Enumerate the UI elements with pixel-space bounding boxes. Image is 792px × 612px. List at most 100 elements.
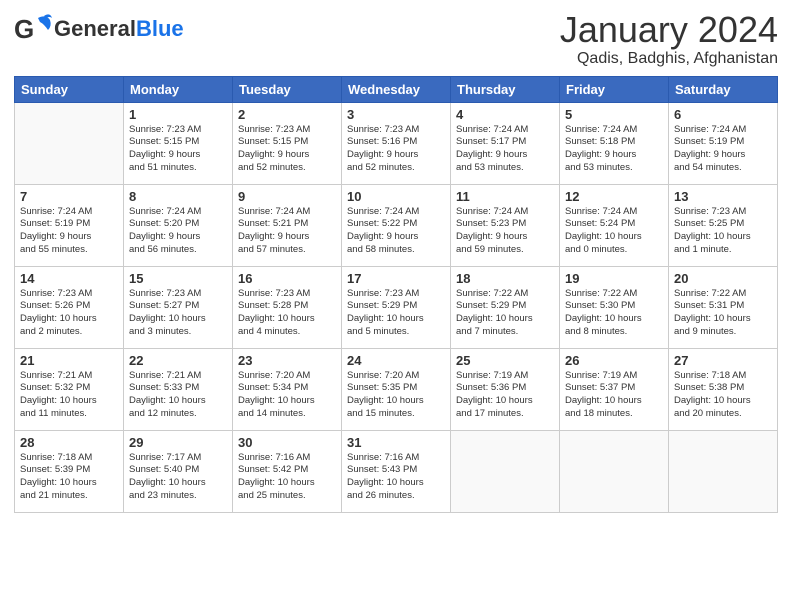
table-row: 16Sunrise: 7:23 AM Sunset: 5:28 PM Dayli… — [233, 266, 342, 348]
day-info: Sunrise: 7:23 AM Sunset: 5:15 PM Dayligh… — [238, 124, 336, 175]
day-number: 2 — [238, 107, 336, 122]
day-number: 7 — [20, 189, 118, 204]
day-info: Sunrise: 7:18 AM Sunset: 5:38 PM Dayligh… — [674, 370, 772, 421]
day-number: 29 — [129, 435, 227, 450]
col-saturday: Saturday — [669, 76, 778, 102]
table-row: 5Sunrise: 7:24 AM Sunset: 5:18 PM Daylig… — [560, 102, 669, 184]
day-number: 24 — [347, 353, 445, 368]
day-number: 8 — [129, 189, 227, 204]
table-row: 7Sunrise: 7:24 AM Sunset: 5:19 PM Daylig… — [15, 184, 124, 266]
calendar-page: G GeneralBlue January 2024 Qadis, Badghi… — [0, 0, 792, 612]
table-row: 10 Sunrise: 7:24 AM Sunset: 5:22 PM Dayli… — [342, 184, 451, 266]
day-info: Sunrise: 7:24 AM Sunset: 5:20 PM Dayligh… — [129, 206, 227, 257]
day-info: Sunrise: 7:23 AM Sunset: 5:29 PM Dayligh… — [347, 288, 445, 339]
calendar-week-row: 14Sunrise: 7:23 AM Sunset: 5:26 PM Dayli… — [15, 266, 778, 348]
logo-general-text: General — [54, 16, 136, 42]
table-row: 17 Sunrise: 7:23 AM Sunset: 5:29 PM Dayli… — [342, 266, 451, 348]
day-info: Sunrise: 7:18 AM Sunset: 5:39 PM Dayligh… — [20, 452, 118, 503]
day-number: 3 — [347, 107, 445, 122]
table-row: 21Sunrise: 7:21 AM Sunset: 5:32 PM Dayli… — [15, 348, 124, 430]
day-number: 1 — [129, 107, 227, 122]
calendar-week-row: 7Sunrise: 7:24 AM Sunset: 5:19 PM Daylig… — [15, 184, 778, 266]
day-number: 22 — [129, 353, 227, 368]
day-number: 9 — [238, 189, 336, 204]
logo-blue-text: Blue — [136, 16, 184, 42]
day-number: 21 — [20, 353, 118, 368]
table-row: 2 Sunrise: 7:23 AM Sunset: 5:15 PM Daylig… — [233, 102, 342, 184]
table-row: 1 Sunrise: 7:23 AM Sunset: 5:15 PM Daylig… — [124, 102, 233, 184]
table-row — [451, 430, 560, 512]
table-row: 22 Sunrise: 7:21 AM Sunset: 5:33 PM Dayli… — [124, 348, 233, 430]
day-number: 10 — [347, 189, 445, 204]
day-info: Sunrise: 7:23 AM Sunset: 5:15 PM Dayligh… — [129, 124, 227, 175]
table-row: 13Sunrise: 7:23 AM Sunset: 5:25 PM Dayli… — [669, 184, 778, 266]
day-number: 30 — [238, 435, 336, 450]
day-number: 5 — [565, 107, 663, 122]
table-row: 4Sunrise: 7:24 AM Sunset: 5:17 PM Daylig… — [451, 102, 560, 184]
header: G GeneralBlue January 2024 Qadis, Badghi… — [14, 10, 778, 68]
day-info: Sunrise: 7:23 AM Sunset: 5:16 PM Dayligh… — [347, 124, 445, 175]
table-row: 20Sunrise: 7:22 AM Sunset: 5:31 PM Dayli… — [669, 266, 778, 348]
table-row: 30 Sunrise: 7:16 AM Sunset: 5:42 PM Dayli… — [233, 430, 342, 512]
table-row: 28 Sunrise: 7:18 AM Sunset: 5:39 PM Dayli… — [15, 430, 124, 512]
day-info: Sunrise: 7:19 AM Sunset: 5:37 PM Dayligh… — [565, 370, 663, 421]
col-thursday: Thursday — [451, 76, 560, 102]
day-number: 17 — [347, 271, 445, 286]
month-title: January 2024 — [560, 10, 778, 50]
table-row: 11 Sunrise: 7:24 AM Sunset: 5:23 PM Dayli… — [451, 184, 560, 266]
logo-icon: G — [14, 10, 52, 48]
table-row: 18 Sunrise: 7:22 AM Sunset: 5:29 PM Dayli… — [451, 266, 560, 348]
logo: G GeneralBlue — [14, 10, 184, 48]
day-info: Sunrise: 7:16 AM Sunset: 5:42 PM Dayligh… — [238, 452, 336, 503]
day-number: 19 — [565, 271, 663, 286]
day-number: 26 — [565, 353, 663, 368]
day-info: Sunrise: 7:21 AM Sunset: 5:33 PM Dayligh… — [129, 370, 227, 421]
calendar-week-row: 21Sunrise: 7:21 AM Sunset: 5:32 PM Dayli… — [15, 348, 778, 430]
col-wednesday: Wednesday — [342, 76, 451, 102]
day-info: Sunrise: 7:24 AM Sunset: 5:22 PM Dayligh… — [347, 206, 445, 257]
day-number: 15 — [129, 271, 227, 286]
day-info: Sunrise: 7:22 AM Sunset: 5:29 PM Dayligh… — [456, 288, 554, 339]
day-number: 16 — [238, 271, 336, 286]
table-row: 23 Sunrise: 7:20 AM Sunset: 5:34 PM Dayli… — [233, 348, 342, 430]
day-info: Sunrise: 7:22 AM Sunset: 5:30 PM Dayligh… — [565, 288, 663, 339]
table-row: 31Sunrise: 7:16 AM Sunset: 5:43 PM Dayli… — [342, 430, 451, 512]
day-number: 12 — [565, 189, 663, 204]
day-info: Sunrise: 7:22 AM Sunset: 5:31 PM Dayligh… — [674, 288, 772, 339]
table-row — [669, 430, 778, 512]
day-number: 11 — [456, 189, 554, 204]
table-row: 25Sunrise: 7:19 AM Sunset: 5:36 PM Dayli… — [451, 348, 560, 430]
day-number: 18 — [456, 271, 554, 286]
day-info: Sunrise: 7:20 AM Sunset: 5:34 PM Dayligh… — [238, 370, 336, 421]
day-info: Sunrise: 7:24 AM Sunset: 5:21 PM Dayligh… — [238, 206, 336, 257]
table-row — [560, 430, 669, 512]
table-row: 9 Sunrise: 7:24 AM Sunset: 5:21 PM Daylig… — [233, 184, 342, 266]
day-info: Sunrise: 7:24 AM Sunset: 5:19 PM Dayligh… — [674, 124, 772, 175]
calendar-header-row: Sunday Monday Tuesday Wednesday Thursday… — [15, 76, 778, 102]
table-row: 26 Sunrise: 7:19 AM Sunset: 5:37 PM Dayli… — [560, 348, 669, 430]
day-info: Sunrise: 7:16 AM Sunset: 5:43 PM Dayligh… — [347, 452, 445, 503]
table-row: 27 Sunrise: 7:18 AM Sunset: 5:38 PM Dayli… — [669, 348, 778, 430]
table-row: 24 Sunrise: 7:20 AM Sunset: 5:35 PM Dayli… — [342, 348, 451, 430]
day-number: 4 — [456, 107, 554, 122]
day-info: Sunrise: 7:24 AM Sunset: 5:24 PM Dayligh… — [565, 206, 663, 257]
day-info: Sunrise: 7:24 AM Sunset: 5:23 PM Dayligh… — [456, 206, 554, 257]
day-number: 27 — [674, 353, 772, 368]
day-number: 28 — [20, 435, 118, 450]
table-row: 12 Sunrise: 7:24 AM Sunset: 5:24 PM Dayli… — [560, 184, 669, 266]
day-number: 23 — [238, 353, 336, 368]
svg-text:G: G — [14, 14, 34, 44]
table-row: 29Sunrise: 7:17 AM Sunset: 5:40 PM Dayli… — [124, 430, 233, 512]
table-row: 3 Sunrise: 7:23 AM Sunset: 5:16 PM Daylig… — [342, 102, 451, 184]
calendar-table: Sunday Monday Tuesday Wednesday Thursday… — [14, 76, 778, 513]
col-monday: Monday — [124, 76, 233, 102]
day-info: Sunrise: 7:20 AM Sunset: 5:35 PM Dayligh… — [347, 370, 445, 421]
location: Qadis, Badghis, Afghanistan — [560, 50, 778, 68]
table-row: 19 Sunrise: 7:22 AM Sunset: 5:30 PM Dayli… — [560, 266, 669, 348]
title-section: January 2024 Qadis, Badghis, Afghanistan — [560, 10, 778, 68]
col-tuesday: Tuesday — [233, 76, 342, 102]
table-row: 14Sunrise: 7:23 AM Sunset: 5:26 PM Dayli… — [15, 266, 124, 348]
col-sunday: Sunday — [15, 76, 124, 102]
table-row: 6Sunrise: 7:24 AM Sunset: 5:19 PM Daylig… — [669, 102, 778, 184]
table-row — [15, 102, 124, 184]
